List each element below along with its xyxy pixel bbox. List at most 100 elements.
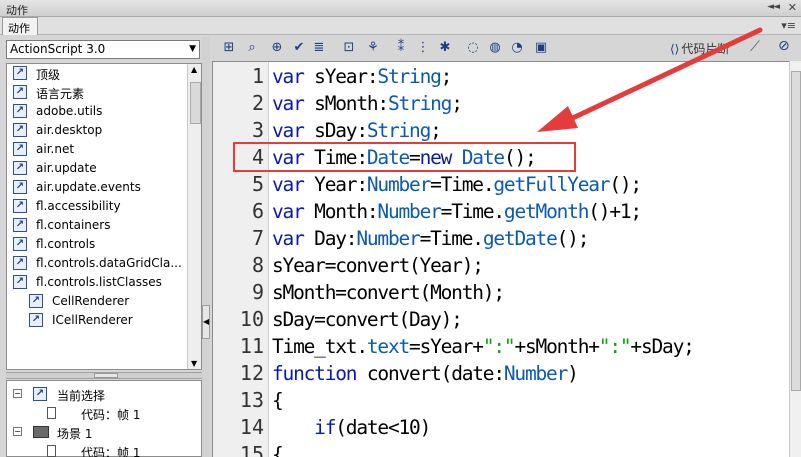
scroll-thumb[interactable]: [791, 71, 801, 391]
library-item-label: adobe.utils: [36, 104, 103, 118]
code-line[interactable]: var Year:Number=Time.getFullYear();: [272, 171, 642, 198]
code-line[interactable]: sMonth=convert(Month);: [272, 279, 505, 306]
code-token: getMonth: [503, 200, 590, 223]
panel-menu-icon[interactable]: ▾≡: [781, 19, 796, 32]
library-item-label: air.update: [36, 161, 97, 175]
code-line[interactable]: var sDay:String;: [272, 117, 442, 144]
tree-label: 代码：帧 1: [81, 408, 141, 422]
code-token: var: [272, 173, 305, 196]
library-item-label: 语言元素: [36, 87, 85, 101]
code-token: sMonth:: [314, 92, 389, 115]
tree-label: 当前选择: [57, 389, 106, 403]
library-item[interactable]: ↗ air.net: [7, 140, 185, 159]
line-number-gutter: 1 2 3 4 5 6 7 8 9 10 11 12 13 14 15: [213, 62, 269, 457]
close-icon[interactable]: ✕: [788, 1, 797, 14]
library-item[interactable]: ↗ fl.containers: [7, 216, 185, 235]
library-item[interactable]: ↗ adobe.utils: [7, 102, 185, 121]
help-icon[interactable]: ⊘: [778, 38, 790, 54]
splitter-grip[interactable]: [94, 373, 118, 378]
code-line[interactable]: if(date<10): [272, 414, 431, 441]
library-item[interactable]: ↗ fl.controls.listClasses: [7, 273, 185, 292]
add-icon[interactable]: ⊞: [220, 39, 238, 57]
library-item[interactable]: ↗ 语言元素: [7, 83, 185, 102]
toggle-toolbox-icon[interactable]: ▣: [532, 39, 550, 57]
code-snippets-button[interactable]: ⟨⟩ 代码片断: [670, 40, 729, 57]
code-token: sYear:: [314, 65, 378, 88]
library-item[interactable]: ↗ 顶级: [7, 64, 185, 83]
scroll-down-icon[interactable]: ▼: [191, 359, 197, 368]
panel-splitter[interactable]: [6, 372, 202, 379]
library-item-label: fl.accessibility: [36, 199, 121, 213]
library-item[interactable]: ↗ fl.controls.dataGridCla...: [7, 254, 185, 273]
code-line[interactable]: {: [272, 441, 284, 457]
actionscript-version-select[interactable]: ActionScript 3.0 ▼: [6, 40, 200, 59]
library-item[interactable]: ↗ air.update: [7, 159, 185, 178]
tree-label: 场景 1: [57, 427, 93, 441]
scroll-thumb[interactable]: [190, 82, 201, 124]
movieclip-icon: ↗: [33, 387, 47, 401]
code-token: =Time.: [430, 173, 494, 196]
code-line[interactable]: var sYear:String;: [272, 63, 452, 90]
code-line[interactable]: sDay=convert(Day);: [272, 306, 463, 333]
comment-block-icon[interactable]: ◌: [464, 39, 482, 57]
wand-icon[interactable]: ⟋: [750, 39, 760, 55]
library-item[interactable]: ↗ air.update.events: [7, 178, 185, 197]
code-editor[interactable]: 1 2 3 4 5 6 7 8 9 10 11 12 13 14 15 var sYear:String; v…: [212, 61, 789, 457]
chevron-down-icon[interactable]: ▼: [189, 44, 196, 54]
code-line[interactable]: var sMonth:String;: [272, 90, 463, 117]
expand-icon[interactable]: −: [13, 427, 22, 436]
library-item-label: air.desktop: [36, 123, 103, 137]
code-token: ();: [609, 173, 642, 196]
editor-scrollbar[interactable]: [789, 61, 801, 457]
library-item[interactable]: ↗ ICellRenderer: [7, 311, 185, 330]
library-scrollbar[interactable]: ▲ ▼: [187, 64, 201, 369]
code-line[interactable]: var Month:Number=Time.getMonth()+1;: [272, 198, 642, 225]
code-token: +sMonth+: [514, 335, 600, 358]
code-hint-icon[interactable]: ⊡: [340, 39, 358, 57]
library-item[interactable]: ↗ fl.controls: [7, 235, 185, 254]
check-syntax-icon[interactable]: ✔: [290, 39, 308, 57]
code-line[interactable]: {: [272, 387, 284, 414]
target-icon[interactable]: ⊕: [268, 39, 286, 57]
scroll-up-icon[interactable]: ▲: [191, 65, 197, 74]
library-item[interactable]: ↗ air.desktop: [7, 121, 185, 140]
code-line[interactable]: Time_txt.text=sYear+":"+sMonth+":"+sDay;: [272, 333, 695, 360]
code-line[interactable]: var Day:Number=Time.getDate();: [272, 225, 589, 252]
code-token: {: [272, 443, 284, 457]
library-item-label: 顶级: [36, 68, 61, 82]
code-line[interactable]: function convert(date:Number): [272, 360, 579, 387]
debug-icon[interactable]: ⚘: [364, 39, 382, 57]
expand-icon[interactable]: ✱: [436, 39, 454, 57]
library-item[interactable]: ↗ CellRenderer: [7, 292, 185, 311]
editor-toolbar: ⊞ ⌕ ⊕ ✔ ≣ ⊡ ⚘ ⁑ ⋮ ✱ ◌ ◍ ◔ ▣ ⟨⟩ 代码片断 ⟋ ⊘: [214, 37, 801, 59]
find-icon[interactable]: ⌕: [243, 39, 261, 57]
code-token: ): [567, 362, 579, 385]
library-item-label: fl.controls: [36, 237, 96, 251]
package-icon: ↗: [13, 104, 27, 118]
package-icon: ↗: [13, 256, 27, 270]
collapse-selection-icon[interactable]: ⋮: [414, 39, 432, 57]
code-token: ":": [598, 335, 632, 358]
auto-format-icon[interactable]: ≣: [310, 39, 328, 57]
script-navigator: − ↗ 当前选择 代码：帧 1 − 场景 1 代码：帧 1: [6, 380, 202, 457]
collapse-icon[interactable]: ⁑: [392, 39, 410, 57]
collapse-toolbox-icon[interactable]: ◀: [202, 305, 210, 339]
collapse-panel-icon[interactable]: ◄◄: [767, 2, 780, 12]
comment-line-icon[interactable]: ◍: [486, 39, 504, 57]
line-number: 2: [251, 91, 264, 115]
tab-actions[interactable]: 动作: [2, 17, 38, 35]
library-item[interactable]: ↗ fl.accessibility: [7, 197, 185, 216]
package-icon: ↗: [13, 199, 27, 213]
code-token: var: [272, 119, 305, 142]
uncomment-icon[interactable]: ◔: [508, 39, 526, 57]
expand-icon[interactable]: −: [13, 389, 22, 398]
code-token: String: [377, 65, 441, 88]
code-token: var: [272, 200, 305, 223]
line-number: 7: [251, 226, 264, 250]
code-line[interactable]: sYear=convert(Year);: [272, 252, 484, 279]
package-icon: ↗: [13, 123, 27, 137]
actions-toolbox: ActionScript 3.0 ▼ ↗ 顶级 ↗ 语言元素 ↗ adobe.utils ↗…: [2, 37, 202, 457]
highlight-box: [233, 142, 576, 172]
toolbox-divider[interactable]: ◀: [202, 37, 210, 457]
